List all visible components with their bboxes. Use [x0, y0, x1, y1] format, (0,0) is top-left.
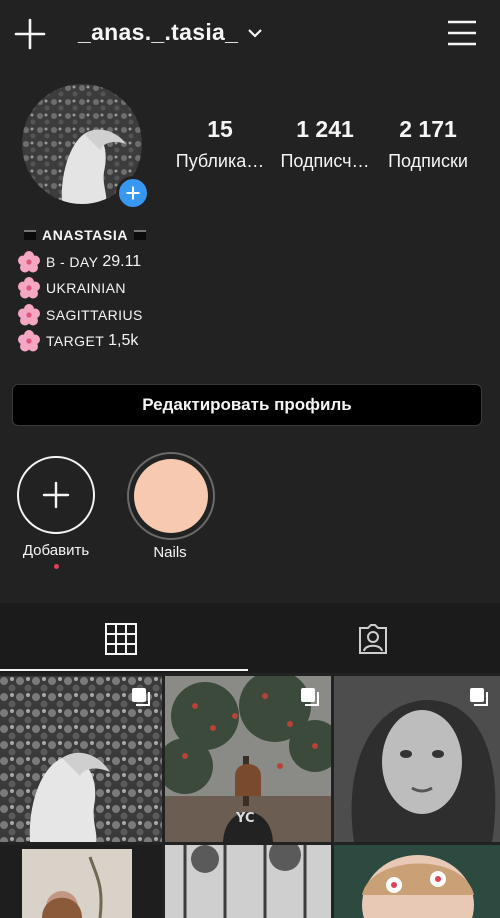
followers-count-value: 1 241: [296, 116, 354, 142]
highlight-add-ring: [17, 456, 95, 534]
new-indicator-dot: [53, 564, 59, 569]
highlight-label: Nails: [153, 544, 187, 561]
multiple-photos-icon: [132, 688, 150, 706]
cherry-blossom-icon: [18, 303, 40, 326]
bio-line-value: 1,5k: [108, 332, 139, 349]
profile-display-name: ANASTASIA: [42, 227, 129, 243]
bio-line: TARGET 1,5k: [18, 328, 152, 355]
profile-tabs: [0, 603, 500, 673]
svg-text:YC: YC: [235, 811, 255, 826]
post-thumbnail[interactable]: YC: [165, 676, 331, 842]
following-count-label: Подписки: [388, 151, 468, 171]
bio-line-prefix: B - DAY: [46, 253, 99, 270]
bio-line: UKRAINIAN: [18, 275, 152, 302]
black-square-icon: [24, 230, 36, 241]
bio-line: SAGITTARIUS: [18, 302, 152, 329]
posts-count-label: Публика…: [175, 151, 265, 171]
bio-line-value: 29.11: [102, 252, 142, 270]
black-square-icon: [134, 230, 147, 241]
bio-line-prefix: SAGITTARIUS: [46, 306, 143, 323]
multiple-photos-icon: [470, 688, 488, 706]
highlight-add[interactable]: Добавить: [13, 456, 99, 569]
followers-count-label: Подписч…: [280, 151, 370, 171]
bio-line: B - DAY 29.11: [18, 249, 152, 276]
tagged-person-icon[interactable]: [357, 623, 389, 655]
highlight-ring: [127, 452, 215, 540]
following-count-value: 2 171: [399, 116, 457, 142]
top-bar: _anas._.tasia_: [0, 0, 500, 68]
highlight-cover: [134, 459, 208, 533]
cherry-blossom-icon: [18, 330, 40, 352]
edit-profile-button[interactable]: Редактировать профиль: [12, 384, 482, 426]
bio-name-row: ANASTASIA: [18, 222, 152, 249]
followers-count[interactable]: 1 241 Подписч…: [270, 116, 380, 172]
posts-count[interactable]: 15 Публика…: [165, 116, 275, 172]
plus-icon: [42, 481, 70, 509]
chevron-down-icon[interactable]: [246, 24, 264, 42]
account-username[interactable]: _anas._.tasia_: [78, 19, 238, 46]
menu-icon[interactable]: [446, 18, 478, 48]
new-post-plus-icon[interactable]: [14, 18, 46, 50]
cherry-blossom-icon: [18, 250, 40, 273]
following-count[interactable]: 2 171 Подписки: [373, 116, 483, 172]
bio-line-prefix: TARGET: [46, 333, 105, 349]
posts-grid: YC: [0, 673, 500, 918]
highlight-nails[interactable]: Nails: [127, 452, 215, 561]
profile-bio: ANASTASIA B - DAY 29.11 UKRAINIAN SAGITT…: [18, 222, 152, 355]
add-story-plus-icon[interactable]: [116, 176, 150, 210]
active-tab-indicator: [0, 669, 248, 671]
post-thumbnail[interactable]: [165, 845, 331, 918]
highlight-label: Добавить: [22, 542, 90, 559]
posts-count-value: 15: [207, 116, 233, 142]
grid-icon[interactable]: [105, 623, 137, 655]
post-thumbnail[interactable]: [0, 845, 162, 918]
cherry-blossom-icon: [18, 277, 40, 299]
multiple-photos-icon: [301, 688, 319, 706]
bio-line-prefix: UKRAINIAN: [46, 280, 126, 296]
post-thumbnail[interactable]: [0, 676, 162, 842]
post-thumbnail[interactable]: [334, 676, 500, 842]
post-thumbnail[interactable]: [334, 845, 500, 918]
